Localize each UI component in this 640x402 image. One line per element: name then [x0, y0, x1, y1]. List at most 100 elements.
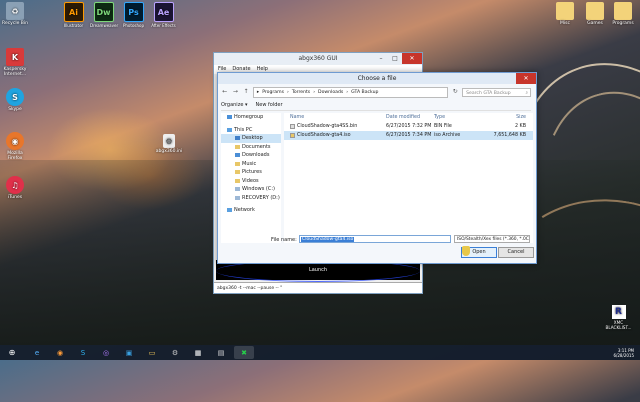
- nav-item-this-pc[interactable]: This PC: [221, 126, 281, 135]
- minimize-icon[interactable]: –: [374, 53, 388, 64]
- archive-icon: [290, 133, 295, 138]
- file-row[interactable]: CloudShadow-gta4.iso 6/27/2015 7:34 PM i…: [284, 131, 533, 140]
- logo-icon: R: [611, 305, 626, 319]
- dialog-titlebar[interactable]: Choose a file ✕: [218, 73, 536, 84]
- system-clock[interactable]: 3:11 PM 6/28/2015: [613, 348, 634, 358]
- desktop-icon-illustrator[interactable]: Ai Illustrator: [60, 2, 87, 28]
- firefox-icon[interactable]: ◉: [50, 346, 70, 359]
- desktop-icon-recycle-bin[interactable]: ♻ Recycle Bin: [0, 2, 30, 26]
- close-icon[interactable]: ✕: [516, 73, 536, 84]
- breadcrumb-item[interactable]: Torrents: [292, 88, 310, 97]
- start-hp-icon[interactable]: ⊕: [0, 346, 24, 359]
- desktop-icon-abgx360-ini[interactable]: ⚙ abgx360.ini: [152, 134, 186, 154]
- file-list-header: Name Date modified Type Size: [284, 113, 533, 122]
- chrome-icon[interactable]: ◎: [96, 346, 116, 359]
- folder-icon: [614, 2, 632, 20]
- desktop-icon-label: Misc: [560, 21, 570, 26]
- refresh-icon[interactable]: ↻: [451, 88, 459, 96]
- nav-item-network[interactable]: Network: [221, 206, 281, 215]
- folder-icon: [556, 2, 574, 20]
- desktop-icon-programs[interactable]: Programs: [608, 2, 638, 26]
- desktop-icon-label: Games: [587, 21, 603, 26]
- nav-item-downloads[interactable]: Downloads: [221, 151, 281, 160]
- desktop-icon-kaspersky[interactable]: K Kaspersky Internet...: [0, 48, 30, 77]
- explorer-icon[interactable]: ▭: [142, 346, 162, 359]
- desktop-icon-photoshop[interactable]: Ps Photoshop: [120, 2, 147, 28]
- nav-item-desktop[interactable]: Desktop: [221, 134, 281, 143]
- desktop-icon-after-effects[interactable]: Ae After Effects: [150, 2, 177, 28]
- window-titlebar[interactable]: abgx360 GUI – □ ✕: [214, 53, 422, 65]
- nav-label: Documents: [242, 143, 271, 150]
- ie-icon[interactable]: e: [27, 346, 47, 359]
- file-size: 2 KB: [514, 124, 526, 129]
- file-list: Name Date modified Type Size CloudShadow…: [284, 113, 533, 243]
- breadcrumb-item[interactable]: Downloads: [318, 88, 343, 97]
- taskbar: ⊕ e ◉ S ◎ ▣ ▭ ⚙ ▦ ▤ ✖ 3:11 PM 6/28/2015: [0, 345, 640, 360]
- column-date[interactable]: Date modified: [386, 113, 434, 122]
- launch-label: Launch: [308, 267, 328, 273]
- dialog-toolbar: Organize ▾ New folder: [221, 100, 531, 111]
- command-line-field[interactable]: abgx360 -t --mac --pause -- ": [214, 282, 422, 293]
- ini-file-icon: ⚙: [163, 134, 175, 148]
- forward-icon[interactable]: →: [232, 88, 240, 96]
- organize-button[interactable]: Organize ▾: [221, 100, 248, 110]
- network-icon: [227, 208, 232, 213]
- file-type: BIN File: [434, 124, 452, 129]
- file-size: 7,651,648 KB: [493, 133, 526, 138]
- abgx360-icon[interactable]: ✖: [234, 346, 254, 359]
- file-name-input[interactable]: CloudShadow-gta4.iso: [299, 235, 451, 243]
- nav-item-videos[interactable]: Videos: [221, 177, 281, 186]
- pictures-icon: [235, 170, 240, 175]
- column-type[interactable]: Type: [434, 113, 482, 122]
- desktop-icon-skype[interactable]: S Skype: [0, 88, 30, 112]
- breadcrumb-item[interactable]: GTA Backup: [351, 88, 378, 97]
- desktop-icon-label: Programs: [612, 21, 634, 26]
- documents-icon: [235, 144, 240, 149]
- breadcrumb[interactable]: ▸ Programs › Torrents › Downloads › GTA Bac…: [252, 86, 449, 98]
- desktop-icon-label: Kaspersky Internet...: [3, 67, 27, 77]
- nav-item-documents[interactable]: Documents: [221, 143, 281, 152]
- desktop-icon-firefox[interactable]: ◉ Mozilla Firefox: [0, 132, 30, 161]
- nav-label: Music: [242, 160, 257, 167]
- column-size[interactable]: Size: [482, 113, 526, 122]
- file-row[interactable]: CloudShadow-gta4SS.bin 6/27/2015 7:32 PM…: [284, 122, 533, 131]
- nav-item-pictures[interactable]: Pictures: [221, 168, 281, 177]
- desktop-icon-label: Mozilla Firefox: [7, 151, 23, 161]
- nav-item-windows-c[interactable]: Windows (C:): [221, 185, 281, 194]
- desktop-icon-dreamweaver[interactable]: Dw Dreamweaver: [90, 2, 118, 28]
- nav-item-music[interactable]: Music: [221, 160, 281, 169]
- desktop-icon-itunes[interactable]: ♫ iTunes: [0, 176, 30, 200]
- skype-icon: S: [6, 88, 24, 106]
- nav-item-homegroup[interactable]: Homegroup: [221, 113, 281, 122]
- nav-label: Network: [234, 207, 255, 213]
- notepad-icon[interactable]: ▤: [211, 346, 231, 359]
- close-icon[interactable]: ✕: [402, 53, 422, 64]
- back-icon[interactable]: ←: [221, 88, 229, 96]
- folder-icon: [586, 2, 604, 20]
- cancel-button[interactable]: Cancel: [498, 247, 534, 258]
- firefox-icon: ◉: [6, 132, 24, 150]
- skype-icon[interactable]: S: [73, 346, 93, 359]
- after-effects-icon: Ae: [153, 2, 174, 22]
- nav-item-recovery-d[interactable]: RECOVERY (D:): [221, 194, 281, 203]
- maximize-icon[interactable]: □: [388, 53, 402, 64]
- settings-icon[interactable]: ⚙: [165, 346, 185, 359]
- file-type-filter[interactable]: ISO/Stealth/Xex files (*.360, *.0C: [454, 235, 530, 243]
- desktop-icon-games[interactable]: Games: [580, 2, 610, 26]
- kaspersky-icon: K: [6, 48, 24, 66]
- dialog-title: Choose a file: [357, 75, 397, 82]
- recycle-bin-icon: ♻: [6, 2, 24, 20]
- new-folder-button[interactable]: New folder: [256, 100, 283, 110]
- desktop-icon-misc[interactable]: Misc: [550, 2, 580, 26]
- column-name[interactable]: Name: [284, 113, 386, 122]
- desktop-icon-label: Skype: [8, 107, 22, 112]
- store-icon[interactable]: ▣: [119, 346, 139, 359]
- search-input[interactable]: Search GTA Backup ⌕: [462, 87, 532, 97]
- desktop-icon-label: Photoshop: [122, 23, 144, 28]
- watermark-logo: R XMC BLACKLIST...: [601, 305, 636, 330]
- desktop-icon-label: After Effects: [151, 23, 176, 28]
- breadcrumb-item[interactable]: Programs: [262, 88, 284, 97]
- up-icon[interactable]: ↑: [242, 88, 250, 96]
- calculator-icon[interactable]: ▦: [188, 346, 208, 359]
- file-name: CloudShadow-gta4.iso: [297, 133, 351, 138]
